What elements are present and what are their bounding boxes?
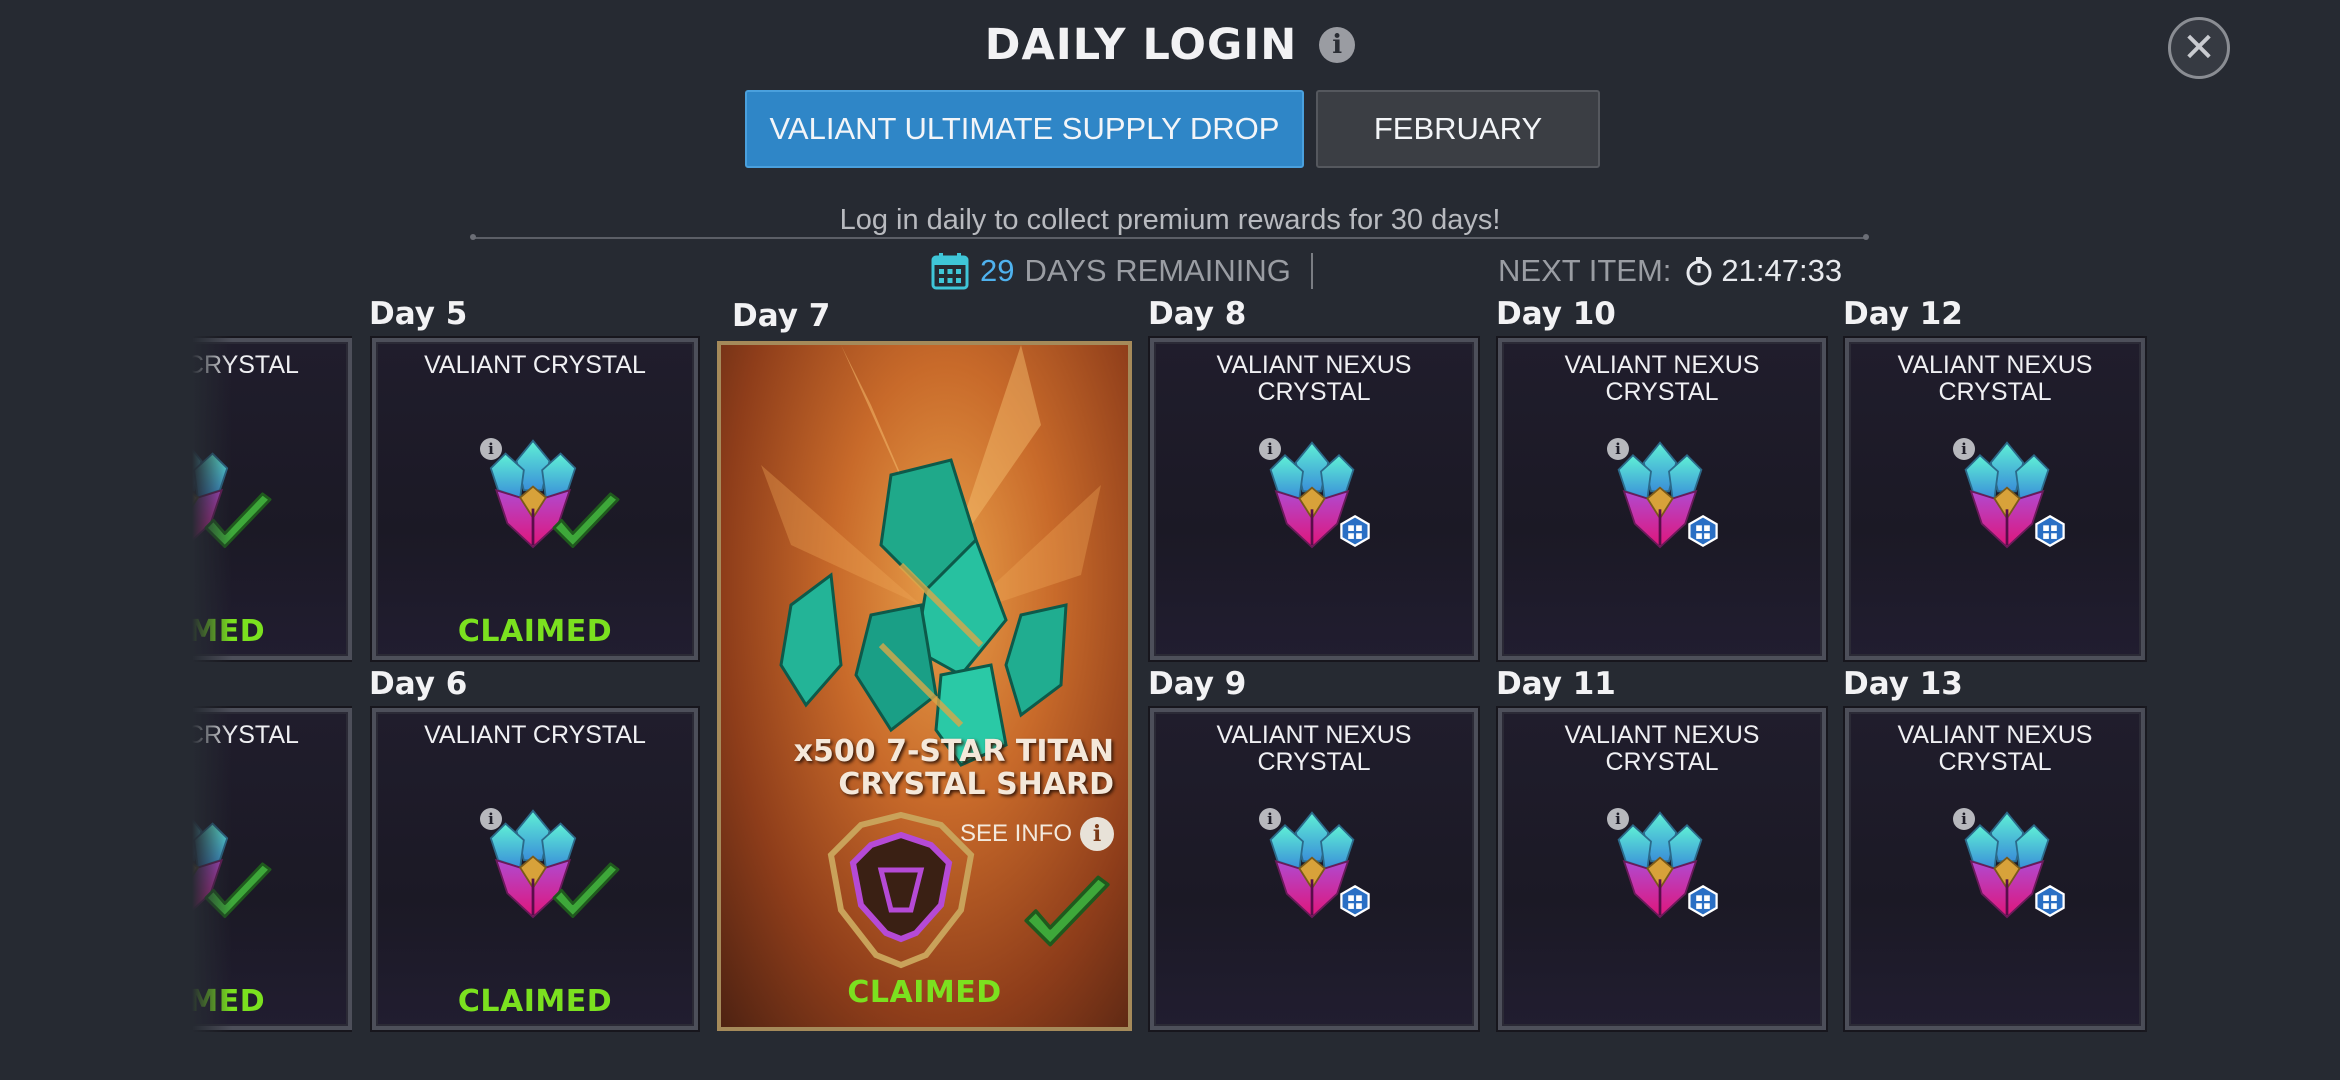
nexus-badge-icon [2033,514,2067,548]
nexus-badge-icon [1686,884,1720,918]
checkmark-icon [548,862,624,928]
days-remaining-count: 29 [980,253,1015,288]
reward-card-day-10[interactable]: VALIANT NEXUS CRYSTAL i [1498,338,1826,660]
checkmark-icon [548,492,624,558]
info-icon[interactable]: i [1319,27,1356,63]
see-info-label: SEE INFO [959,820,1072,847]
reward-title: VALIANT CRYSTAL [424,721,646,749]
reward-card-day-13[interactable]: VALIANT NEXUS CRYSTAL i [1845,708,2145,1030]
next-item-timer: 21:47:33 [1721,253,1843,288]
reward-card-day-7[interactable]: x500 7-STAR TITAN CRYSTAL SHARD SEE INFO… [717,341,1132,1031]
scroll-fade-left [192,330,232,1040]
reward-title: VALIANT NEXUS CRYSTAL [1216,351,1412,406]
day-label-13: Day 13 [1843,666,1963,702]
claimed-label: CLAIMED [847,975,1002,1010]
day-label-7: Day 7 [732,298,831,334]
tab-valiant-ultimate-supply-drop[interactable]: VALIANT ULTIMATE SUPPLY DROP [745,90,1304,168]
day-label-10: Day 10 [1496,296,1616,332]
reward-card-day-12[interactable]: VALIANT NEXUS CRYSTAL i [1845,338,2145,660]
reward-card-day-11[interactable]: VALIANT NEXUS CRYSTAL i [1498,708,1826,1030]
day-label-8: Day 8 [1148,296,1247,332]
page-title: DAILY LOGIN [984,20,1298,70]
reward-card-day-6[interactable]: VALIANT CRYSTAL i CLAIMED [372,708,698,1030]
nexus-badge-icon [1686,514,1720,548]
day-label-11: Day 11 [1496,666,1616,702]
reward-title: VALIANT NEXUS CRYSTAL [1564,351,1760,406]
reward-title: VALIANT NEXUS CRYSTAL [1897,351,2093,406]
titan-emblem-icon [827,811,975,969]
day-label-12: Day 12 [1843,296,1963,332]
next-item: NEXT ITEM: 21:47:33 [1498,250,1842,292]
reward-title: VALIANT NEXUS CRYSTAL [1564,721,1760,776]
nexus-badge-icon [1338,514,1372,548]
nexus-badge-icon [2033,884,2067,918]
stopwatch-icon [1686,257,1712,286]
divider [470,234,1869,240]
tab-february[interactable]: FEBRUARY [1316,90,1600,168]
day-label-6: Day 6 [369,666,468,702]
reward-title: VALIANT CRYSTAL [424,351,646,379]
reward-title-line-2: CRYSTAL SHARD [838,767,1114,802]
separator [1310,253,1313,289]
claimed-label: CLAIMED [457,614,613,649]
reward-title: VALIANT NEXUS CRYSTAL [1216,721,1412,776]
day-label-5: Day 5 [369,296,468,332]
days-remaining: 29 DAYS REMAINING [930,250,1313,292]
reward-card-day-9[interactable]: VALIANT NEXUS CRYSTAL i [1150,708,1478,1030]
next-item-label: NEXT ITEM: [1498,253,1672,288]
nexus-badge-icon [1338,884,1372,918]
reward-title: x500 7-STAR TITAN CRYSTAL SHARD [794,735,1114,801]
close-icon[interactable]: ✕ [2168,17,2230,79]
reward-card-day-5[interactable]: VALIANT CRYSTAL i CLAIMED [372,338,698,660]
info-icon: i [1080,817,1114,851]
checkmark-icon [1019,875,1115,959]
see-info-button[interactable]: SEE INFO i [960,817,1114,851]
calendar-icon [931,253,969,290]
scroll-fade-right [2140,330,2180,1040]
reward-title: VALIANT NEXUS CRYSTAL [1897,721,2093,776]
reward-title-line-1: x500 7-STAR TITAN [793,734,1114,769]
days-remaining-label: DAYS REMAINING [1024,253,1291,288]
day-label-9: Day 9 [1148,666,1247,702]
claimed-label: CLAIMED [457,984,613,1019]
reward-card-day-8[interactable]: VALIANT NEXUS CRYSTAL i [1150,338,1478,660]
